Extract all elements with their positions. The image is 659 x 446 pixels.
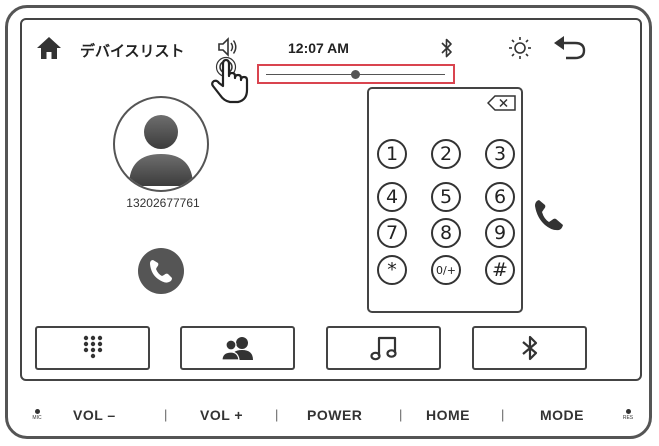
mode-button[interactable]: MODE [540,407,584,423]
dialpad-key[interactable]: 2 [431,139,461,169]
volume-slider-thumb[interactable] [351,70,360,79]
dialpad-panel: 1 2 3 4 5 6 7 8 9 * 0/+ # [367,87,523,313]
brightness-icon[interactable] [508,36,532,60]
dialpad-key[interactable]: 5 [431,182,461,212]
call-icon [150,260,172,283]
hw-separator: | [399,407,403,422]
dialpad-key[interactable]: 8 [431,218,461,248]
reset-label: RES [618,409,638,421]
tab-music[interactable] [326,326,441,370]
home-hardware-button[interactable]: HOME [426,407,470,423]
person-icon [129,115,193,186]
answer-call-button[interactable] [138,248,184,294]
mic-label: MIC [27,409,47,421]
home-icon[interactable] [36,36,62,60]
backspace-icon[interactable] [487,95,517,111]
vol-up-button[interactable]: VOL + [200,407,243,423]
dialpad-key[interactable]: * [377,255,407,285]
hand-pointer-icon [211,56,249,104]
dialpad-key[interactable]: 9 [485,218,515,248]
tab-bluetooth[interactable] [472,326,587,370]
volume-slider[interactable] [257,64,455,84]
dial-call-icon[interactable] [534,198,564,232]
hw-separator: | [275,407,279,422]
hw-separator: | [164,407,168,422]
contact-avatar [113,96,209,192]
dialpad-key[interactable]: 3 [485,139,515,169]
dialpad-key[interactable]: 1 [377,139,407,169]
contacts-icon [221,337,253,360]
contact-phone-number: 13202677761 [126,196,200,210]
dialpad-key[interactable]: 7 [377,218,407,248]
music-icon [369,336,397,361]
dialpad-key[interactable]: 0/+ [431,255,461,285]
bluetooth-status-icon[interactable] [440,37,454,59]
clock: 12:07 AM [288,40,349,56]
dialpad-key[interactable]: 4 [377,182,407,212]
device-list-title[interactable]: デバイスリスト [80,40,185,61]
tab-contacts[interactable] [180,326,295,370]
vol-down-button[interactable]: VOL – [73,407,116,423]
keypad-icon [83,335,102,359]
bluetooth-icon [521,335,537,361]
dialpad-key[interactable]: # [485,255,515,285]
back-icon[interactable] [553,34,587,60]
power-button[interactable]: POWER [307,407,362,423]
tab-keypad[interactable] [35,326,150,370]
hw-separator: | [501,407,505,422]
dialpad-key[interactable]: 6 [485,182,515,212]
